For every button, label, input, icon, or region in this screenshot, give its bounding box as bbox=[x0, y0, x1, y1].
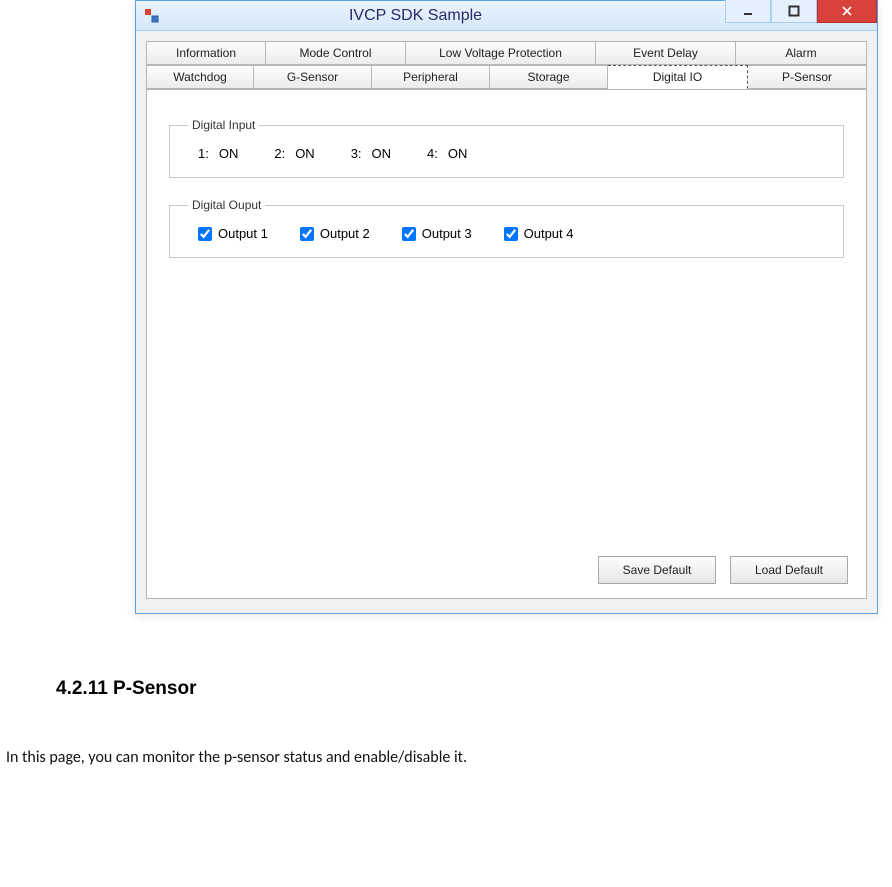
tab-information[interactable]: Information bbox=[146, 41, 266, 65]
digital-input-1-index: 1: bbox=[198, 146, 209, 161]
digital-input-4-index: 4: bbox=[427, 146, 438, 161]
output-3-label: Output 3 bbox=[422, 226, 472, 241]
titlebar: IVCP SDK Sample bbox=[136, 1, 877, 31]
app-window: IVCP SDK Sample Information Mode Control… bbox=[135, 0, 878, 614]
digital-input-4-value: ON bbox=[448, 146, 468, 161]
tab-event-delay[interactable]: Event Delay bbox=[596, 41, 736, 65]
window-controls bbox=[725, 1, 877, 30]
digital-input-1-value: ON bbox=[219, 146, 239, 161]
output-1-checkbox[interactable] bbox=[198, 227, 212, 241]
tab-alarm[interactable]: Alarm bbox=[736, 41, 867, 65]
tab-peripheral[interactable]: Peripheral bbox=[372, 65, 490, 89]
output-2-label: Output 2 bbox=[320, 226, 370, 241]
tab-watchdog[interactable]: Watchdog bbox=[146, 65, 254, 89]
tab-digital-io[interactable]: Digital IO bbox=[608, 65, 748, 89]
digital-output-legend: Digital Ouput bbox=[188, 198, 265, 212]
minimize-button[interactable] bbox=[725, 0, 771, 23]
output-4-label: Output 4 bbox=[524, 226, 574, 241]
digital-input-row: 1: ON 2: ON 3: ON bbox=[188, 146, 825, 161]
maximize-button[interactable] bbox=[771, 0, 817, 23]
digital-input-3-value: ON bbox=[372, 146, 392, 161]
digital-output-row: Output 1 Output 2 Output 3 bbox=[188, 226, 825, 241]
client-area: Information Mode Control Low Voltage Pro… bbox=[136, 31, 877, 613]
digital-output-group: Digital Ouput Output 1 Output 2 bbox=[169, 198, 844, 258]
tab-panel-digital-io: Digital Input 1: ON 2: ON 3: bbox=[146, 89, 867, 599]
digital-input-legend: Digital Input bbox=[188, 118, 259, 132]
tab-p-sensor[interactable]: P-Sensor bbox=[748, 65, 867, 89]
tab-mode-control[interactable]: Mode Control bbox=[266, 41, 406, 65]
output-3-item: Output 3 bbox=[402, 226, 472, 241]
load-default-button[interactable]: Load Default bbox=[730, 556, 848, 584]
window-title: IVCP SDK Sample bbox=[106, 7, 725, 25]
output-1-label: Output 1 bbox=[218, 226, 268, 241]
tab-control: Information Mode Control Low Voltage Pro… bbox=[146, 41, 867, 599]
footer-buttons: Save Default Load Default bbox=[598, 556, 848, 584]
output-2-checkbox[interactable] bbox=[300, 227, 314, 241]
digital-input-4: 4: ON bbox=[427, 146, 467, 161]
digital-input-2-value: ON bbox=[295, 146, 315, 161]
output-4-item: Output 4 bbox=[504, 226, 574, 241]
digital-input-1: 1: ON bbox=[198, 146, 238, 161]
output-3-checkbox[interactable] bbox=[402, 227, 416, 241]
output-2-item: Output 2 bbox=[300, 226, 370, 241]
close-button[interactable] bbox=[817, 0, 877, 23]
digital-input-3: 3: ON bbox=[351, 146, 391, 161]
tab-storage[interactable]: Storage bbox=[490, 65, 608, 89]
tab-g-sensor[interactable]: G-Sensor bbox=[254, 65, 372, 89]
section-body: In this page, you can monitor the p-sens… bbox=[6, 748, 892, 767]
section-heading: 4.2.11 P-Sensor bbox=[56, 678, 892, 700]
tabs-row-1: Information Mode Control Low Voltage Pro… bbox=[146, 41, 867, 65]
digital-input-group: Digital Input 1: ON 2: ON 3: bbox=[169, 118, 844, 178]
save-default-button[interactable]: Save Default bbox=[598, 556, 716, 584]
output-1-item: Output 1 bbox=[198, 226, 268, 241]
digital-input-2: 2: ON bbox=[274, 146, 314, 161]
tab-low-voltage-protection[interactable]: Low Voltage Protection bbox=[406, 41, 596, 65]
output-4-checkbox[interactable] bbox=[504, 227, 518, 241]
digital-input-3-index: 3: bbox=[351, 146, 362, 161]
tabs-row-2: Watchdog G-Sensor Peripheral Storage Dig… bbox=[146, 65, 867, 89]
digital-input-2-index: 2: bbox=[274, 146, 285, 161]
